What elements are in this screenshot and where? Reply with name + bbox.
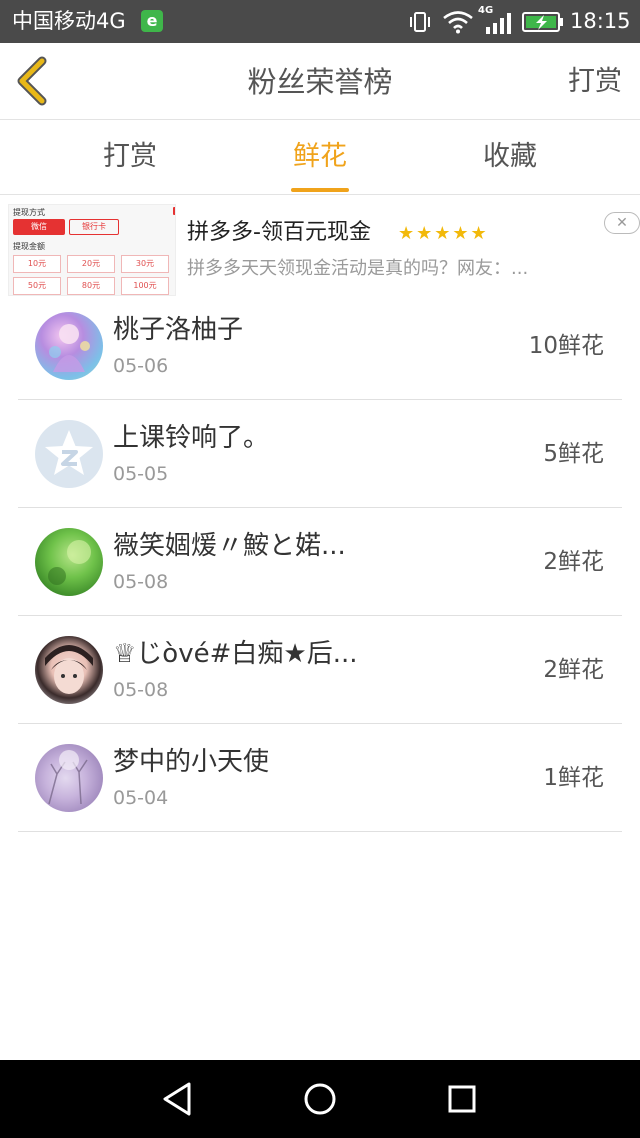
- wifi-icon: [443, 11, 473, 34]
- fan-date: 05-05: [113, 463, 169, 485]
- square-recent-icon[interactable]: [443, 1080, 481, 1118]
- triangle-back-icon[interactable]: [159, 1080, 197, 1118]
- list-item[interactable]: 梦中的小天使 05-04 1鲜花: [18, 724, 622, 832]
- fan-date: 05-04: [113, 787, 169, 809]
- list-item[interactable]: 上课铃响了。 05-05 5鲜花: [18, 400, 622, 508]
- list-item[interactable]: 嶶笑婟煖〃鮟と婼... 05-08 2鲜花: [18, 508, 622, 616]
- header: 粉丝荣誉榜 打赏: [0, 43, 640, 120]
- vibrate-icon: [410, 12, 430, 32]
- flower-count: 2鲜花: [543, 549, 604, 575]
- ad-thumb-amount: 20元: [67, 255, 115, 273]
- page-title: 粉丝荣誉榜: [247, 65, 393, 99]
- fan-date: 05-06: [113, 355, 169, 377]
- clock: 18:15: [570, 9, 631, 33]
- avatar: [35, 312, 103, 380]
- flower-count: 1鲜花: [543, 765, 604, 791]
- qq-zone-star-icon: [45, 430, 93, 475]
- fan-name: 嶶笑婟煖〃鮟と婼...: [113, 531, 346, 561]
- ad-thumb-wechat: 微信: [13, 219, 65, 235]
- tab-tips[interactable]: 打赏: [70, 137, 190, 177]
- ad-mark-icon: [173, 207, 175, 215]
- status-bar: 中国移动4G e 4G 18:15: [0, 0, 640, 43]
- list-item[interactable]: 桃子洛柚子 05-06 10鲜花: [18, 292, 622, 400]
- circle-home-icon[interactable]: [301, 1080, 339, 1118]
- ad-banner[interactable]: 提现方式 微信 银行卡 提现金额 10元 20元 30元 50元 80元 100…: [0, 196, 640, 300]
- flower-count: 2鲜花: [543, 657, 604, 683]
- ad-close-button[interactable]: ✕: [604, 212, 640, 234]
- avatar-image: [49, 324, 90, 372]
- fan-name: 上课铃响了。: [113, 423, 270, 453]
- app-badge-icon: e: [141, 10, 163, 32]
- avatar-image: [48, 540, 91, 585]
- avatar: [35, 420, 103, 488]
- ad-description: 拼多多天天领现金活动是真的吗？网友：...: [187, 258, 529, 279]
- ad-thumb-card: 银行卡: [69, 219, 119, 235]
- fan-date: 05-08: [113, 679, 169, 701]
- ad-thumbnail: 提现方式 微信 银行卡 提现金额 10元 20元 30元 50元 80元 100…: [8, 204, 176, 296]
- avatar: [35, 528, 103, 596]
- avatar: [35, 744, 103, 812]
- fan-name: 桃子洛柚子: [113, 315, 244, 345]
- carrier-label: 中国移动4G: [12, 9, 126, 33]
- ad-rating-stars: ★★★★★: [398, 223, 489, 244]
- battery-charging-icon: [522, 12, 563, 32]
- ad-thumb-amount: 30元: [121, 255, 169, 273]
- signal-icon: [486, 13, 511, 34]
- ad-thumb-amount: 10元: [13, 255, 61, 273]
- system-nav-bar: [0, 1060, 640, 1138]
- avatar-image: [45, 645, 93, 694]
- fan-name: 梦中的小天使: [113, 747, 270, 777]
- tab-flowers[interactable]: 鲜花: [260, 137, 380, 177]
- ad-thumb-heading: 提现方式: [13, 208, 45, 217]
- tip-button[interactable]: 打赏: [568, 63, 622, 101]
- flower-count: 10鲜花: [528, 333, 604, 359]
- flower-count: 5鲜花: [543, 441, 604, 467]
- avatar: [35, 636, 103, 704]
- ad-thumb-amount-heading: 提现金额: [13, 242, 45, 251]
- fan-name: ♕じòvé#白痴★后...: [113, 639, 358, 669]
- fan-date: 05-08: [113, 571, 169, 593]
- active-tab-indicator: [291, 188, 349, 192]
- tab-favorites[interactable]: 收藏: [450, 137, 570, 177]
- avatar-image: [48, 750, 88, 805]
- list-item[interactable]: ♕じòvé#白痴★后... 05-08 2鲜花: [18, 616, 622, 724]
- fan-list: 桃子洛柚子 05-06 10鲜花 上课铃响了。 05-05 5鲜花 嶶笑婟煖〃鮟…: [18, 292, 622, 832]
- ad-title: 拼多多-领百元现金: [187, 220, 371, 245]
- tab-bar: 打赏 鲜花 收藏: [0, 121, 640, 195]
